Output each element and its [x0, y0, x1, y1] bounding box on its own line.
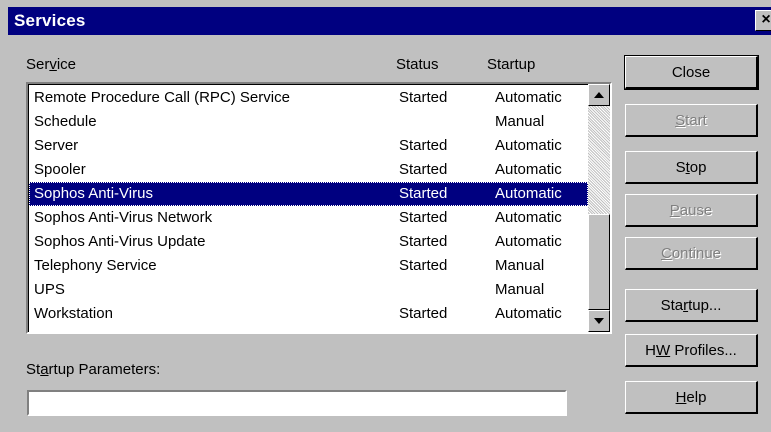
hw-profiles-button[interactable]: HW Profiles... [625, 334, 758, 367]
cell-status: Started [399, 161, 448, 178]
table-row[interactable]: Sophos Anti-Virus Started Automatic [29, 182, 588, 206]
column-header-service: Service [26, 56, 77, 73]
startup-parameters-label: Startup Parameters: [26, 361, 161, 378]
cell-service: Remote Procedure Call (RPC) Service [34, 89, 290, 106]
table-row[interactable]: Schedule Manual [29, 110, 588, 134]
continue-button[interactable]: Continue [625, 237, 758, 270]
focus-rectangle [29, 182, 588, 206]
cell-status: Started [399, 89, 448, 106]
services-list[interactable]: Remote Procedure Call (RPC) Service Start… [26, 82, 612, 334]
stop-button[interactable]: Stop [625, 151, 758, 184]
table-row[interactable]: Server Started Automatic [29, 134, 588, 158]
vertical-scrollbar[interactable] [588, 84, 610, 332]
pause-button[interactable]: Pause [625, 194, 758, 227]
cell-status: Started [399, 233, 448, 250]
table-row[interactable]: UPS Manual [29, 278, 588, 302]
start-button[interactable]: Start [625, 104, 758, 137]
cell-startup: Automatic [495, 161, 562, 178]
cell-status: Started [399, 257, 448, 274]
column-header-status: Status [396, 56, 439, 73]
cell-startup: Automatic [495, 305, 562, 322]
cell-status: Started [399, 137, 448, 154]
close-button[interactable]: Close [624, 55, 759, 90]
cell-service: Sophos Anti-Virus Network [34, 209, 213, 226]
cell-startup: Manual [495, 113, 545, 130]
window-title: Services [14, 11, 86, 30]
table-row[interactable]: Sophos Anti-Virus Network Started Automati… [29, 206, 588, 230]
close-window-icon[interactable]: × [755, 10, 771, 31]
cell-startup: Manual [495, 281, 545, 298]
help-button[interactable]: Help [625, 381, 758, 414]
startup-parameters-input[interactable] [27, 390, 567, 416]
title-bar: Services × [8, 7, 771, 35]
table-row[interactable]: Workstation Started Automatic [29, 302, 588, 326]
cell-startup: Automatic [495, 137, 562, 154]
table-row[interactable]: Sophos Anti-Virus Update Started Automatic [29, 230, 588, 254]
cell-startup: Automatic [495, 89, 562, 106]
cell-service: Telephony Service [34, 257, 157, 274]
cell-startup: Automatic [495, 209, 562, 226]
table-row[interactable]: Telephony Service Started Manual [29, 254, 588, 278]
cell-status: Started [399, 209, 448, 226]
up-arrow-icon[interactable] [588, 84, 610, 106]
column-header-startup: Startup [487, 56, 536, 73]
cell-service: Sophos Anti-Virus Update [34, 233, 206, 250]
cell-service: Workstation [34, 305, 113, 322]
cell-service: Spooler [34, 161, 86, 178]
cell-service: UPS [34, 281, 65, 298]
down-arrow-icon[interactable] [588, 310, 610, 332]
scrollbar-thumb[interactable] [588, 214, 610, 310]
startup-button[interactable]: Startup... [625, 289, 758, 322]
cell-status: Started [399, 305, 448, 322]
cell-service: Schedule [34, 113, 97, 130]
cell-startup: Manual [495, 257, 545, 274]
table-row[interactable]: Remote Procedure Call (RPC) Service Start… [29, 86, 588, 110]
cell-startup: Automatic [495, 233, 562, 250]
table-row[interactable]: Spooler Started Automatic [29, 158, 588, 182]
cell-service: Server [34, 137, 79, 154]
